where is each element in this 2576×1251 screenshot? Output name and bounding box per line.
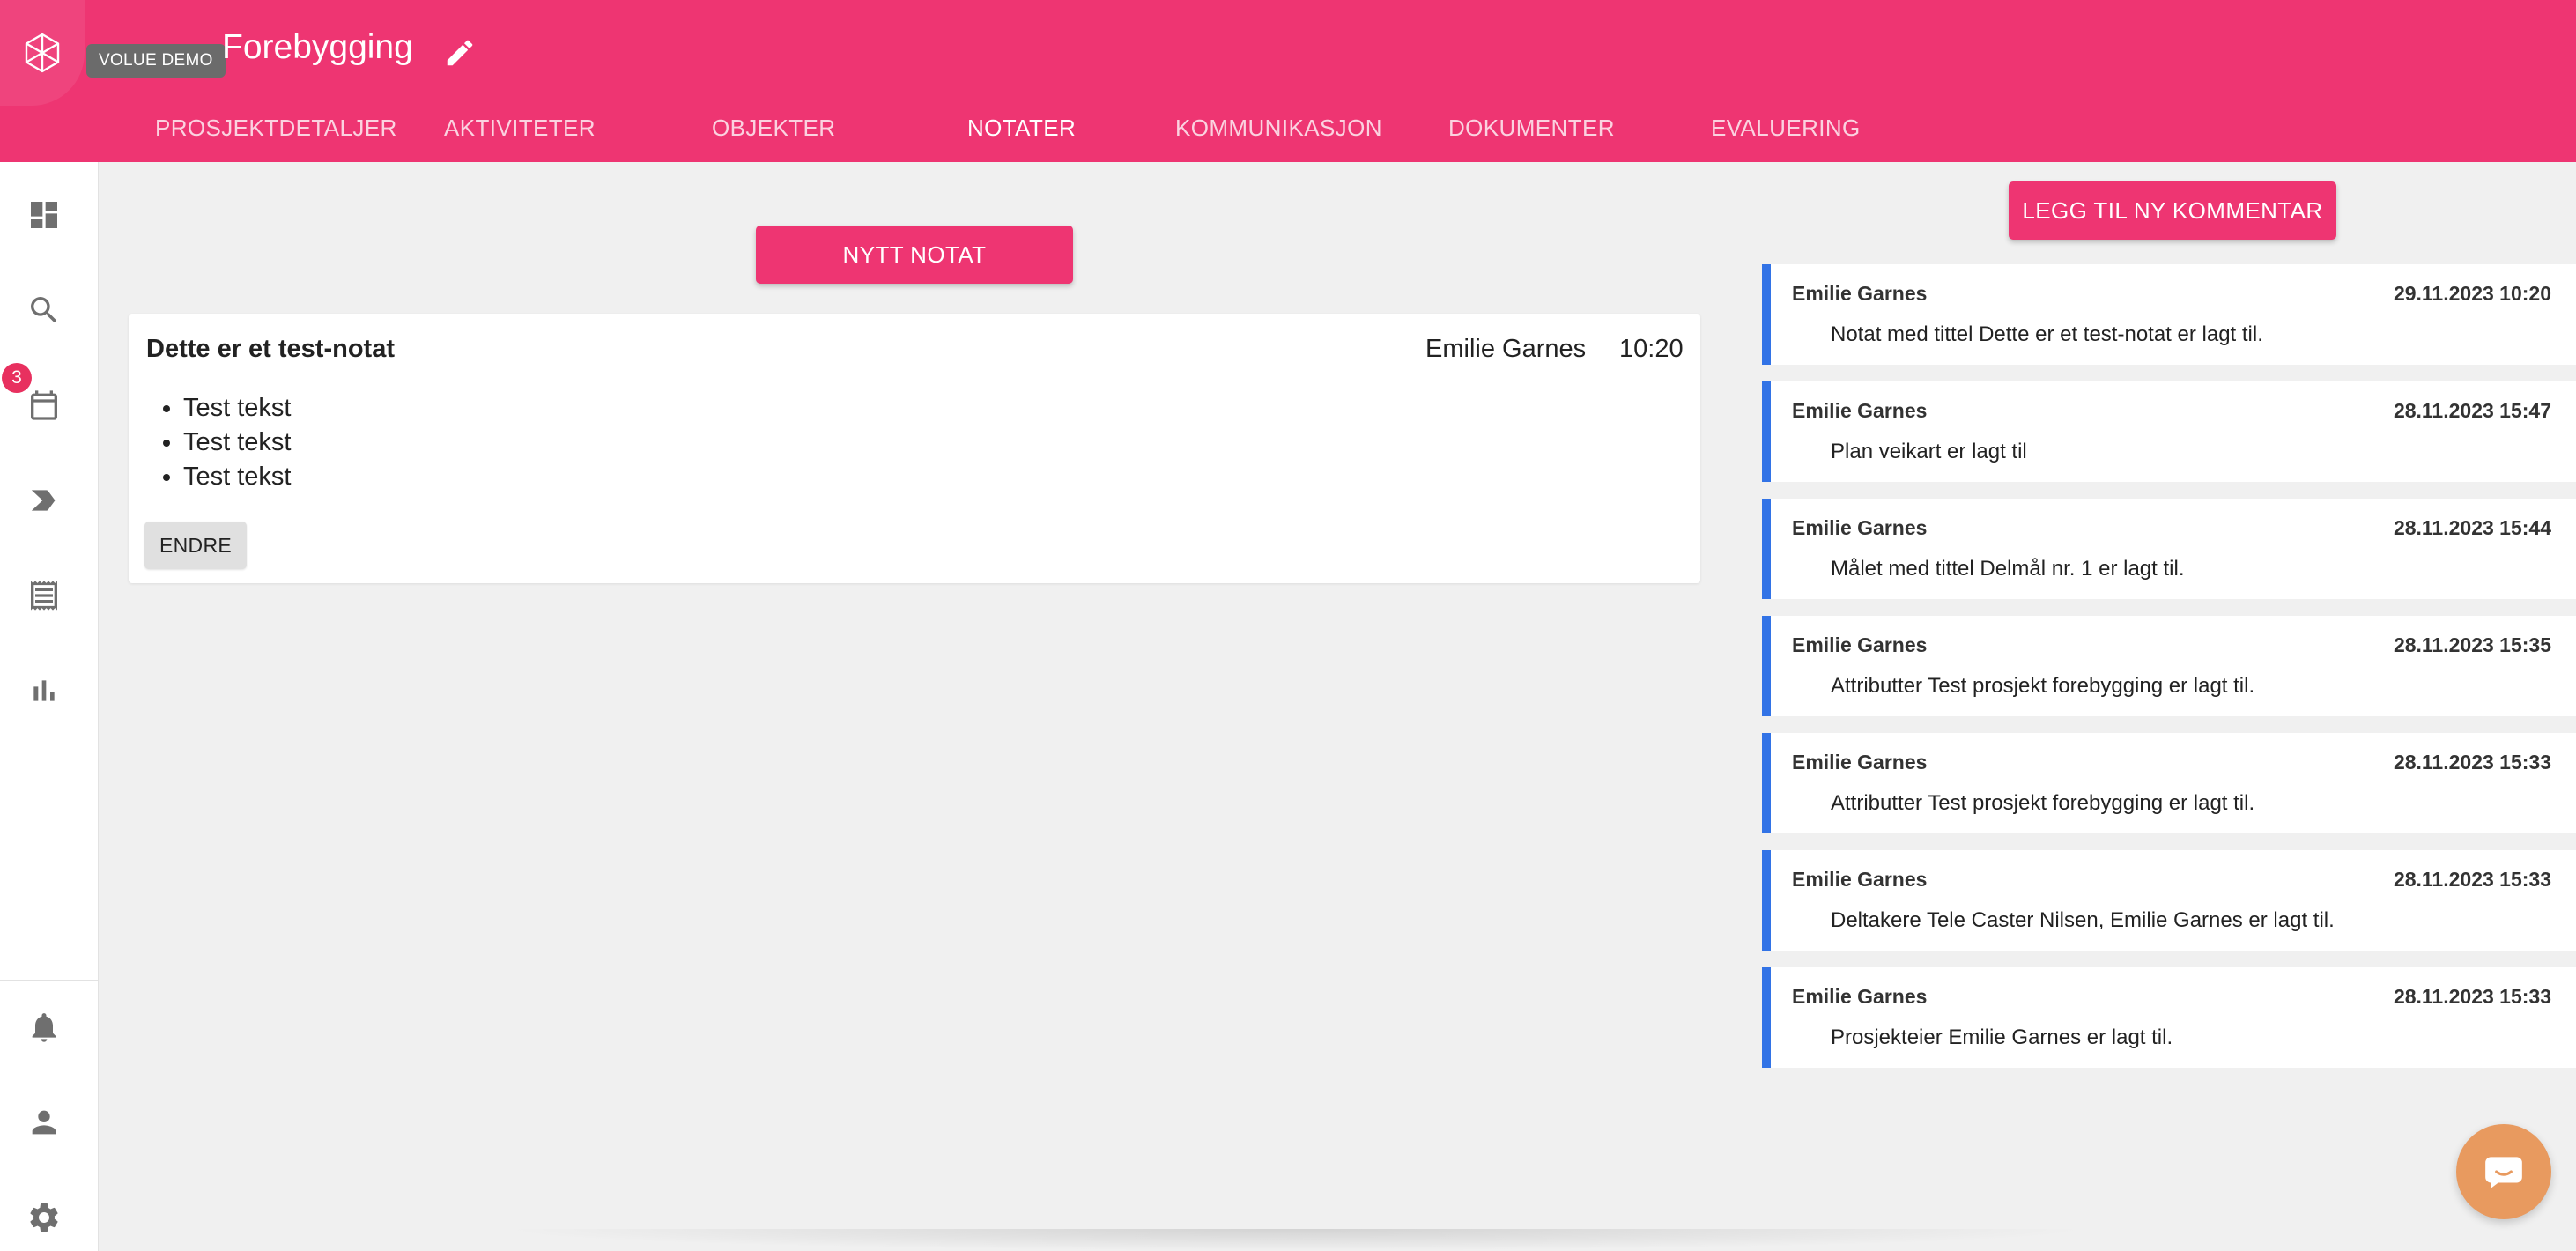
logo-icon [25,33,60,73]
bell-icon [32,1013,56,1042]
comment-text: Målet med tittel Delmål nr. 1 er lagt ti… [1831,557,2185,581]
tab-prosjektdetaljer[interactable]: PROSJEKTDETALJER [155,115,397,142]
comment-item: Emilie Garnes 28.11.2023 15:33 Prosjekte… [1762,967,2576,1068]
comment-text: Deltakere Tele Caster Nilsen, Emilie Gar… [1831,908,2335,932]
notification-badge: 3 [2,363,32,393]
dashboard-icon [31,202,57,228]
comment-text: Notat med tittel Dette er et test-notat … [1831,322,2263,346]
tab-objekter[interactable]: OBJEKTER [712,115,835,142]
comment-text: Attributter Test prosjekt forebygging er… [1831,674,2255,698]
app-logo[interactable] [0,0,85,106]
bottom-shadow [493,1229,2097,1251]
comment-text: Plan veikart er lagt til [1831,440,2027,463]
comment-date: 28.11.2023 15:33 [2393,985,2551,1008]
sidebar-item-notifications[interactable] [25,1008,63,1047]
label-icon [31,490,56,511]
pencil-icon [447,40,473,66]
comment-date: 29.11.2023 10:20 [2393,282,2551,305]
comment-date: 28.11.2023 15:33 [2393,751,2551,774]
comment-author: Emilie Garnes [1792,399,1928,422]
comment-item: Emilie Garnes 29.11.2023 10:20 Notat med… [1762,264,2576,365]
tab-kommunikasjon[interactable]: KOMMUNIKASJON [1175,115,1382,142]
list-item: Test tekst [183,391,292,426]
comment-author: Emilie Garnes [1792,985,1928,1008]
search-icon [31,297,57,323]
comment-date: 28.11.2023 15:35 [2393,633,2551,656]
list-item: Test tekst [183,460,292,494]
tab-aktiviteter[interactable]: AKTIVITETER [444,115,596,142]
comment-item: Emilie Garnes 28.11.2023 15:47 Plan veik… [1762,381,2576,482]
comment-item: Emilie Garnes 28.11.2023 15:44 Målet med… [1762,499,2576,599]
sidebar-item-labels[interactable] [25,481,63,520]
comment-author: Emilie Garnes [1792,868,1928,891]
page-title: Forebygging [222,28,413,66]
tab-dokumenter[interactable]: DOKUMENTER [1448,115,1615,142]
comment-author: Emilie Garnes [1792,633,1928,656]
receipt-icon [31,581,57,611]
comment-author: Emilie Garnes [1792,751,1928,774]
tab-evaluering[interactable]: EVALUERING [1711,115,1861,142]
sidebar-item-reports[interactable] [25,671,63,710]
project-tabs: PROSJEKTDETALJER AKTIVITETER OBJEKTER NO… [0,115,1938,153]
edit-note-button[interactable]: ENDRE [144,522,247,569]
note-body-list: Test tekst Test tekst Test tekst [183,391,292,494]
sidebar-item-dashboard[interactable] [25,196,63,234]
tab-notater[interactable]: NOTATER [967,115,1076,142]
comment-item: Emilie Garnes 28.11.2023 15:33 Deltakere… [1762,850,2576,951]
sidebar-item-search[interactable] [25,291,63,329]
sidebar-item-receipts[interactable] [25,576,63,615]
sidebar: 3 [0,162,99,1251]
app-header: VOLUE DEMO Forebygging PROSJEKTDETALJER … [0,0,2576,162]
comment-author: Emilie Garnes [1792,516,1928,539]
sidebar-item-settings[interactable] [25,1198,63,1237]
comment-text: Attributter Test prosjekt forebygging er… [1831,791,2255,815]
comment-text: Prosjekteier Emilie Garnes er lagt til. [1831,1025,2173,1049]
chat-button[interactable] [2456,1124,2551,1219]
chat-bubble-icon [2485,1157,2522,1188]
person-icon [32,1110,56,1135]
new-note-button[interactable]: NYTT NOTAT [756,226,1073,284]
comment-date: 28.11.2023 15:33 [2393,868,2551,891]
comment-date: 28.11.2023 15:44 [2393,516,2551,539]
comment-item: Emilie Garnes 28.11.2023 15:33 Attributt… [1762,733,2576,833]
org-tooltip: VOLUE DEMO [86,44,226,78]
bar-chart-icon [33,680,55,701]
note-author: Emilie Garnes [1425,335,1587,363]
note-title: Dette er et test-notat [146,335,395,363]
note-time: 10:20 [1619,335,1684,363]
comment-author: Emilie Garnes [1792,282,1928,305]
sidebar-item-calendar[interactable]: 3 [2,363,63,425]
comment-date: 28.11.2023 15:47 [2393,399,2551,422]
add-comment-button[interactable]: LEGG TIL NY KOMMENTAR [2009,181,2336,240]
comment-item: Emilie Garnes 28.11.2023 15:35 Attributt… [1762,616,2576,716]
sidebar-item-profile[interactable] [25,1103,63,1142]
calendar-icon [31,390,57,420]
gear-icon [30,1203,58,1232]
list-item: Test tekst [183,426,292,460]
note-card: Dette er et test-notat Emilie Garnes 10:… [129,314,1700,583]
sidebar-divider [0,980,99,981]
edit-title-button[interactable] [440,33,479,72]
